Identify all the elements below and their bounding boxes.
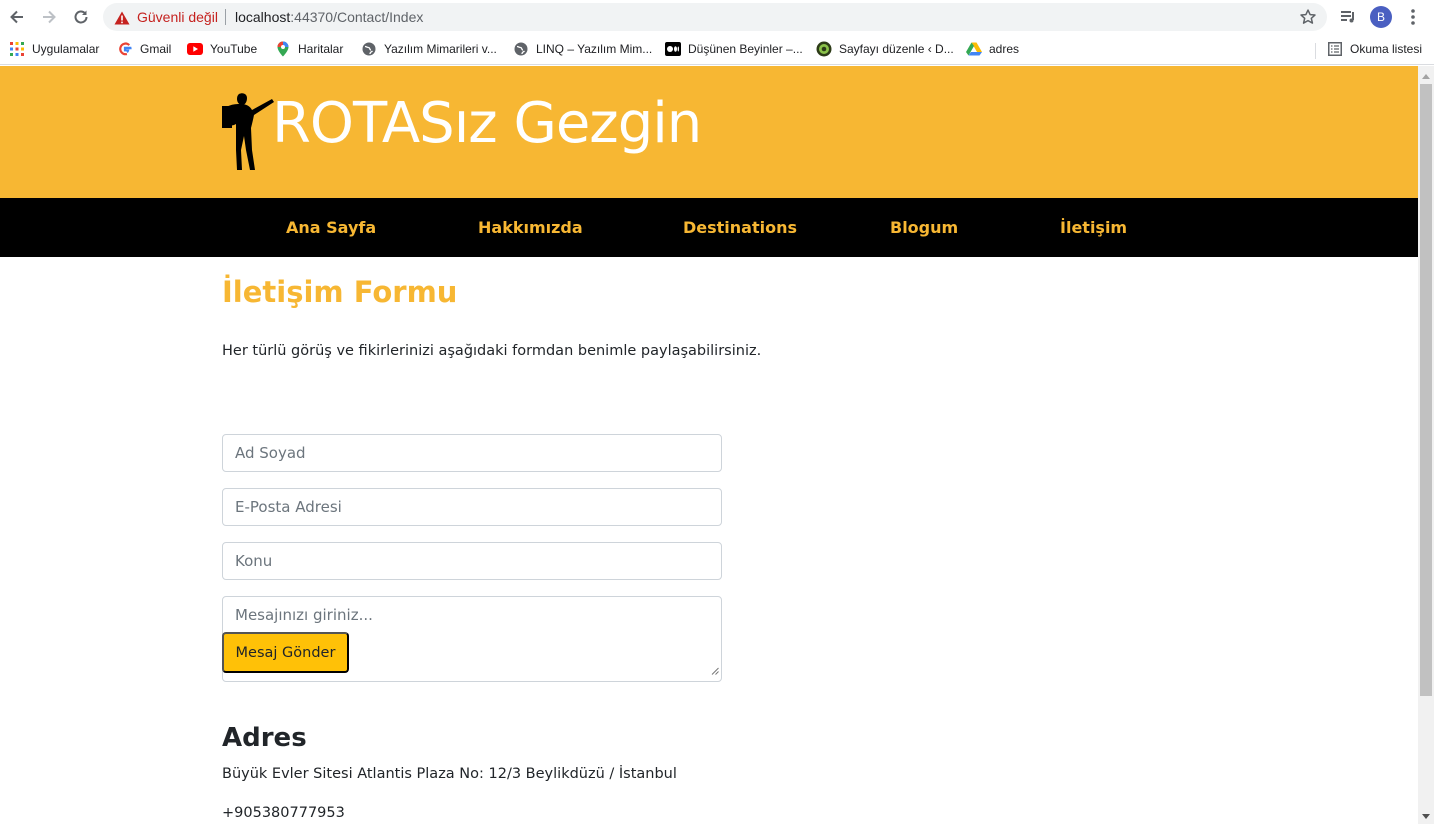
intro-text: Her türlü görüş ve fikirlerinizi aşağıda… xyxy=(222,343,762,359)
hiker-silhouette-icon xyxy=(222,93,274,170)
page-viewport: ROTASız Gezgin Ana Sayfa Hakkımızda Dest… xyxy=(0,66,1418,824)
bookmark-label: YouTube xyxy=(210,42,258,56)
forward-icon[interactable] xyxy=(37,5,61,29)
subject-placeholder: Konu xyxy=(235,552,273,570)
google-icon xyxy=(117,41,133,57)
reading-list[interactable]: Okuma listesi xyxy=(1327,40,1422,58)
bookmark-label: Yazılım Mimarileri v... xyxy=(384,42,497,56)
url-divider xyxy=(225,9,226,25)
profile-avatar[interactable]: B xyxy=(1370,6,1392,28)
site-header: ROTASız Gezgin xyxy=(0,66,1418,198)
apps-grid-icon xyxy=(9,41,25,57)
nav-destinations[interactable]: Destinations xyxy=(683,218,797,237)
media-queue-icon[interactable] xyxy=(1336,5,1360,29)
menu-kebab-icon[interactable] xyxy=(1401,5,1425,29)
browser-toolbar: Güvenli değil localhost:44370/Contact/In… xyxy=(0,0,1434,34)
nav-home[interactable]: Ana Sayfa xyxy=(286,218,376,237)
site-logo[interactable]: ROTASız Gezgin xyxy=(220,90,702,180)
bookmarks-bar: Uygulamalar Gmail YouTube Haritalar Yazı… xyxy=(0,34,1434,65)
bookmark-label: Sayfayı düzenle ‹ D... xyxy=(839,42,954,56)
address-text: Büyük Evler Sitesi Atlantis Plaza No: 12… xyxy=(222,766,677,782)
bookmark-gmail[interactable]: Gmail xyxy=(117,40,171,58)
bookmark-label: Uygulamalar xyxy=(32,42,100,56)
bookmark-label: Gmail xyxy=(140,42,172,56)
address-bar[interactable]: Güvenli değil localhost:44370/Contact/In… xyxy=(103,3,1327,31)
security-status[interactable]: Güvenli değil xyxy=(137,9,218,25)
bookmark-youtube[interactable]: YouTube xyxy=(187,40,257,58)
scroll-up-icon[interactable] xyxy=(1418,68,1434,84)
message-placeholder: Mesajınızı giriniz... xyxy=(235,606,373,624)
address-heading: Adres xyxy=(222,723,307,753)
nav-blog[interactable]: Blogum xyxy=(890,218,958,237)
bookmark-label: adres xyxy=(989,42,1020,56)
logo-text: ROTASız Gezgin xyxy=(272,91,702,156)
url-path: :44370/Contact/Index xyxy=(290,9,424,25)
warning-icon[interactable] xyxy=(114,10,130,29)
email-input[interactable]: E-Posta Adresi xyxy=(222,488,722,526)
bookmark-maps[interactable]: Haritalar xyxy=(275,40,343,58)
name-placeholder: Ad Soyad xyxy=(235,444,306,462)
nav-contact[interactable]: İletişim xyxy=(1060,218,1127,237)
scroll-down-icon[interactable] xyxy=(1418,808,1434,824)
subject-input[interactable]: Konu xyxy=(222,542,722,580)
bookmarks-divider xyxy=(1315,43,1316,59)
medium-icon xyxy=(665,41,681,57)
globe-icon xyxy=(361,41,377,57)
bookmark-dusunen[interactable]: Düşünen Beyinler –... xyxy=(665,40,803,58)
bookmark-label: Haritalar xyxy=(298,42,344,56)
page-title: İletişim Formu xyxy=(222,275,458,309)
bookmark-label: LINQ – Yazılım Mim... xyxy=(536,42,653,56)
reload-icon[interactable] xyxy=(69,5,93,29)
globe-icon xyxy=(513,41,529,57)
scroll-thumb[interactable] xyxy=(1420,84,1432,696)
main-navigation: Ana Sayfa Hakkımızda Destinations Blogum… xyxy=(0,198,1418,257)
bookmark-adres[interactable]: adres xyxy=(966,40,1019,58)
reading-list-label: Okuma listesi xyxy=(1350,42,1423,56)
name-input[interactable]: Ad Soyad xyxy=(222,434,722,472)
send-message-button[interactable]: Mesaj Gönder xyxy=(222,632,349,673)
nav-about[interactable]: Hakkımızda xyxy=(478,218,583,237)
site-icon xyxy=(816,41,832,57)
resize-handle-icon[interactable] xyxy=(711,661,719,679)
bookmark-linq[interactable]: LINQ – Yazılım Mim... xyxy=(513,40,652,58)
maps-pin-icon xyxy=(275,41,291,57)
reading-list-icon xyxy=(1327,41,1343,57)
url-host: localhost xyxy=(235,9,291,25)
page-scrollbar[interactable] xyxy=(1418,66,1434,824)
bookmark-label: Düşünen Beyinler –... xyxy=(688,42,803,56)
back-icon[interactable] xyxy=(5,5,29,29)
email-placeholder: E-Posta Adresi xyxy=(235,498,342,516)
bookmark-star-icon[interactable] xyxy=(1299,8,1317,30)
youtube-icon xyxy=(187,41,203,57)
bookmark-yazilim[interactable]: Yazılım Mimarileri v... xyxy=(361,40,497,58)
url-text[interactable]: localhost:44370/Contact/Index xyxy=(235,9,423,25)
bookmark-sayfayi[interactable]: Sayfayı düzenle ‹ D... xyxy=(816,40,954,58)
bookmark-apps[interactable]: Uygulamalar xyxy=(9,40,99,58)
drive-icon xyxy=(966,41,982,57)
phone-text: +905380777953 xyxy=(222,805,345,821)
